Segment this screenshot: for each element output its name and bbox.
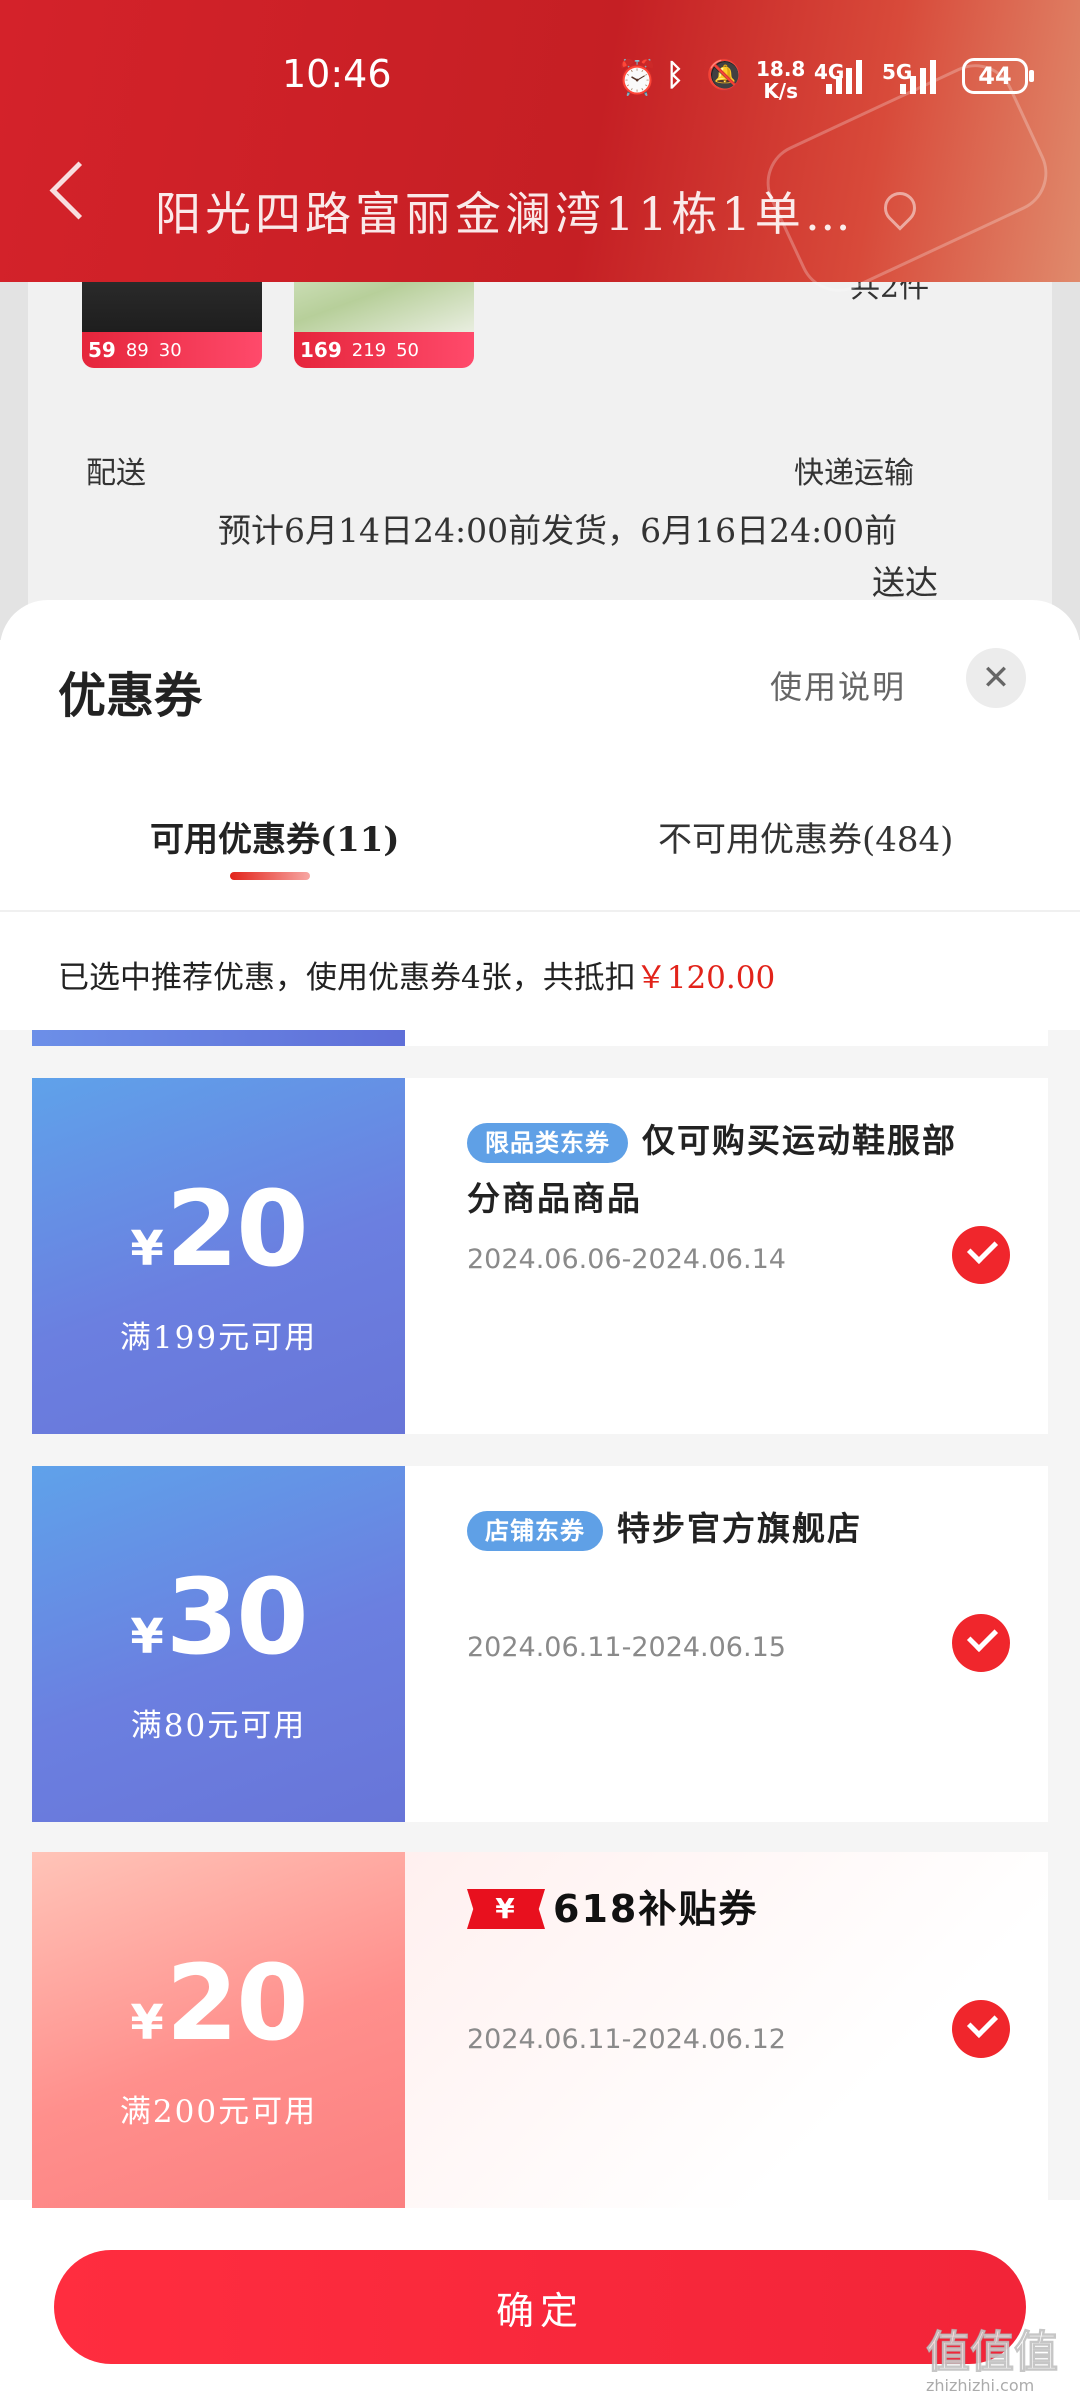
product-original-price: 89 (125, 339, 149, 361)
delivery-eta: 预计6月14日24:00前发货，6月16日24:00前 (218, 511, 898, 550)
coupon-sheet: 优惠券 使用说明 ✕ 可用优惠券(11) 不可用优惠券(484) 已选中推荐优惠… (0, 600, 1080, 2400)
coupon-value-panel: ¥20 满200元可用 (32, 1852, 405, 2208)
status-time: 10:46 (282, 52, 392, 96)
product-discount: 50 (396, 339, 420, 361)
coupon-card[interactable]: ¥30 满80元可用 店铺东券 特步官方旗舰店 2024.06.11-2024.0… (32, 1466, 1048, 1822)
coupon-card[interactable]: ¥20 满200元可用 ¥618补贴券 2024.06.11-2024.06.1… (32, 1852, 1048, 2208)
coupon-value-panel: ¥20 满199元可用 (32, 1078, 405, 1434)
mute-icon: 🔕 (706, 58, 744, 93)
sheet-title: 优惠券 (58, 668, 203, 724)
coupon-condition: 满80元可用 (130, 1708, 307, 1744)
coupon-validity: 2024.06.11-2024.06.15 (467, 1632, 786, 1663)
site-watermark: 值值值 (926, 2327, 1059, 2378)
back-arrow-icon[interactable] (49, 161, 108, 220)
selected-check-icon[interactable] (952, 1226, 1010, 1284)
top-header: 10:46 ⏰ ᛒ 🔕 18.8 K/s 4G 5G 44 阳光四路富丽金澜湾1… (0, 0, 1080, 305)
coupon-validity: 2024.06.06-2024.06.14 (467, 1244, 786, 1275)
coupon-value: ¥20 (130, 1168, 308, 1290)
product-discount: 30 (158, 339, 182, 361)
coupon-validity: 2024.06.11-2024.06.12 (467, 2024, 786, 2055)
coupon-value: ¥30 (130, 1556, 308, 1678)
product-price: 59 (88, 338, 116, 362)
product-original-price: 219 (351, 339, 387, 361)
usage-instructions-link[interactable]: 使用说明 (770, 662, 906, 708)
signal-bars-icon-2 (900, 58, 936, 94)
delivery-method: 快递运输 (794, 456, 914, 491)
coupon-details: 限品类东券 仅可购买运动鞋服部分商品商品 2024.06.06-2024.06.1… (405, 1078, 1048, 1434)
product-price: 169 (300, 338, 342, 362)
signal-bars-icon (826, 58, 862, 94)
coupon-card[interactable]: ¥20 满199元可用 限品类东券 仅可购买运动鞋服部分商品商品 2024.06.… (32, 1078, 1048, 1434)
discount-amount: ￥120.00 (635, 960, 776, 996)
bluetooth-icon: ᛒ (666, 58, 684, 93)
alarm-icon: ⏰ (616, 58, 659, 98)
selection-summary: 已选中推荐优惠，使用优惠券4张，共抵扣￥120.00 (58, 960, 776, 996)
coupon-title: ¥618补贴券 (467, 1878, 987, 1938)
battery-icon: 44 (962, 58, 1034, 94)
coupon-details: 店铺东券 特步官方旗舰店 2024.06.11-2024.06.15 (405, 1466, 1048, 1822)
close-icon: ✕ (981, 658, 1011, 698)
delivery-label: 配送 (86, 456, 146, 491)
coupon-list[interactable]: ¥20 满199元可用 限品类东券 仅可购买运动鞋服部分商品商品 2024.06.… (0, 1030, 1080, 2208)
tab-unavailable-coupons[interactable]: 不可用优惠券(484) (658, 812, 953, 861)
coupon-title: 店铺东券 特步官方旗舰店 (467, 1500, 987, 1558)
tab-available-coupons[interactable]: 可用优惠券(11) (150, 812, 400, 861)
coupon-value-panel: ¥30 满80元可用 (32, 1466, 405, 1822)
confirm-button[interactable]: 确定 (54, 2250, 1026, 2364)
coupon-condition: 满199元可用 (119, 1320, 318, 1356)
coupon-tag: 限品类东券 (467, 1123, 628, 1163)
tab-divider (0, 910, 1080, 912)
active-tab-indicator (230, 872, 310, 880)
delivery-address[interactable]: 阳光四路富丽金澜湾11栋1单… (155, 178, 855, 244)
network-speed: 18.8 K/s (756, 57, 806, 103)
coupon-title: 限品类东券 仅可购买运动鞋服部分商品商品 (467, 1121, 957, 1218)
site-watermark-url: zhizhizhi.com (926, 2376, 1035, 2395)
selected-check-icon[interactable] (952, 2000, 1010, 2058)
coupon-details: ¥618补贴券 2024.06.11-2024.06.12 (405, 1852, 1048, 2208)
previous-coupon-edge (32, 1030, 1048, 1046)
bottom-bar: 确定 (0, 2220, 1080, 2400)
coupon-tag: 店铺东券 (467, 1511, 603, 1551)
delivery-eta-end: 送达 (872, 563, 938, 602)
coupon-value: ¥20 (130, 1942, 308, 2064)
coupon-condition: 满200元可用 (119, 2094, 318, 2130)
close-button[interactable]: ✕ (966, 648, 1026, 708)
subsidy-badge-icon: ¥ (467, 1889, 545, 1929)
selected-check-icon[interactable] (952, 1614, 1010, 1672)
